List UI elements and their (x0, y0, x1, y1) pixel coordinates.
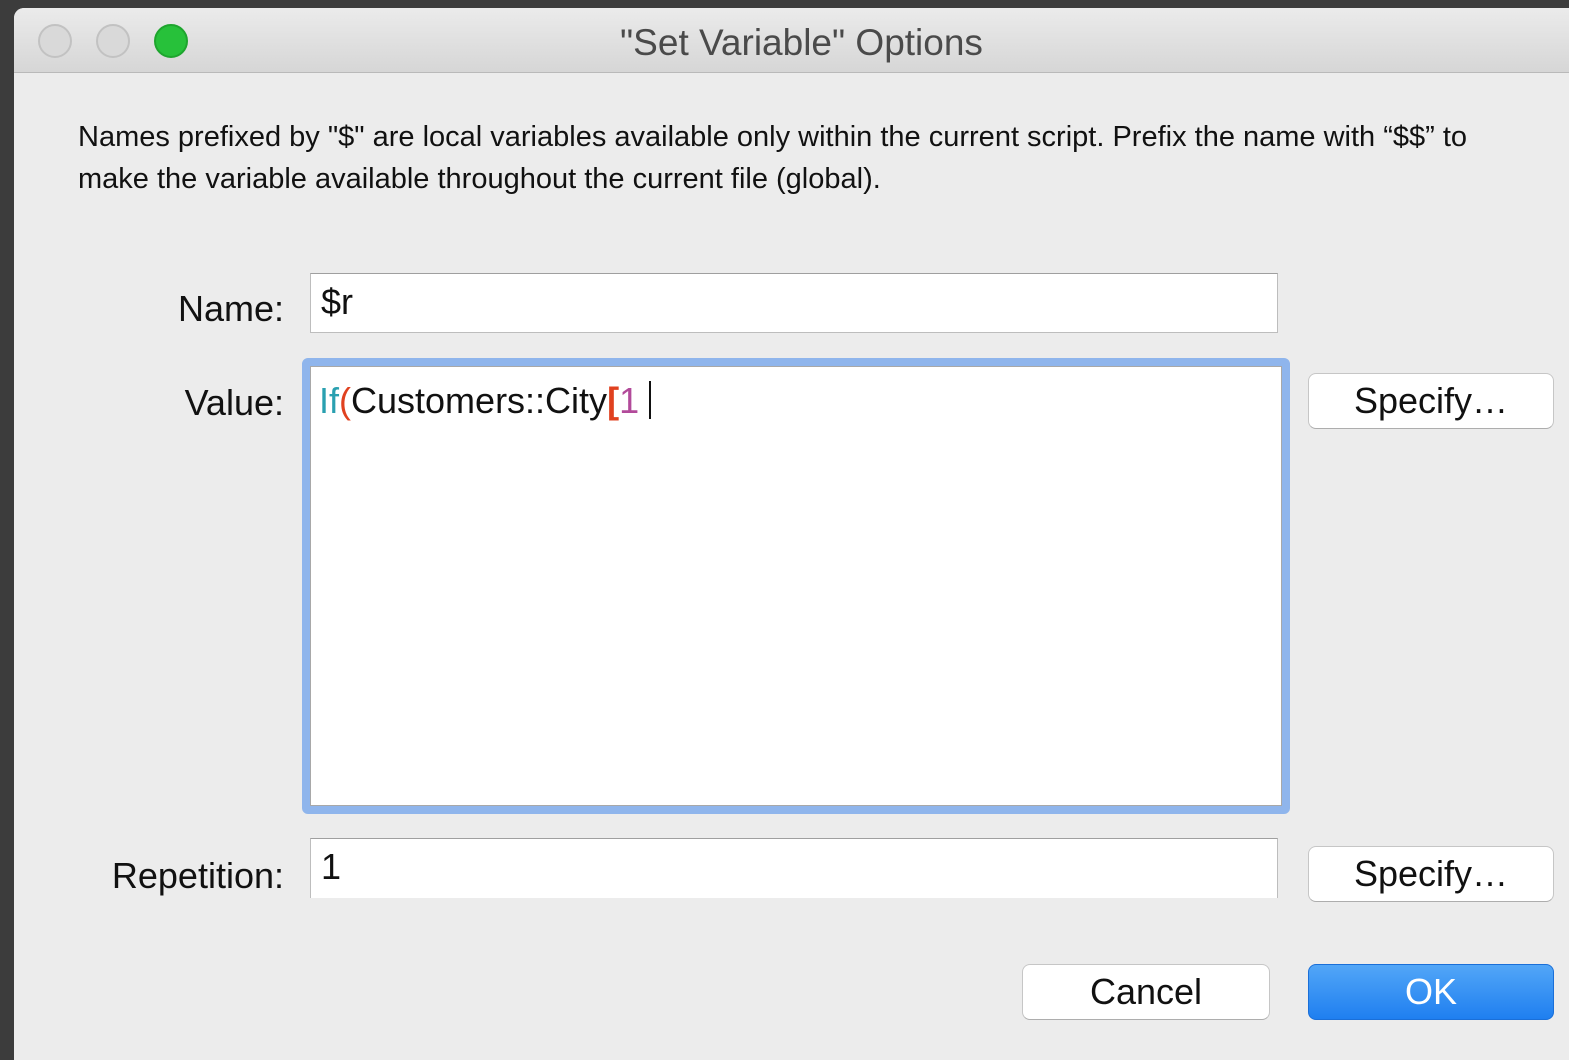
repetition-label: Repetition: (111, 855, 284, 896)
text-caret (649, 381, 652, 419)
value-focus-ring: If(Customers::City[1 (302, 358, 1290, 814)
value-token-open-paren: ( (339, 380, 352, 421)
value-token-open-bracket: [ (607, 380, 620, 421)
specify-value-button[interactable]: Specify… (1308, 373, 1554, 429)
name-label: Name: (177, 288, 284, 329)
dialog-description: Names prefixed by "$" are local variable… (78, 121, 1468, 195)
value-token-function: If (319, 380, 340, 421)
value-label: Value: (184, 382, 284, 423)
ok-button[interactable]: OK (1308, 964, 1554, 1020)
value-token-field-ref: Customers::City (351, 380, 608, 421)
name-input[interactable]: $r (310, 273, 1278, 333)
specify-repetition-button[interactable]: Specify… (1308, 846, 1554, 902)
cancel-button[interactable]: Cancel (1022, 964, 1270, 1020)
window-title: "Set Variable" Options (620, 22, 983, 63)
value-token-number: 1 (619, 380, 640, 421)
repetition-input[interactable]: 1 (310, 838, 1278, 898)
value-textarea[interactable]: If(Customers::City[1 (310, 366, 1282, 806)
set-variable-dialog: "Set Variable" Options Names prefixed by… (14, 8, 1569, 1060)
title-bar: "Set Variable" Options (14, 8, 1569, 73)
